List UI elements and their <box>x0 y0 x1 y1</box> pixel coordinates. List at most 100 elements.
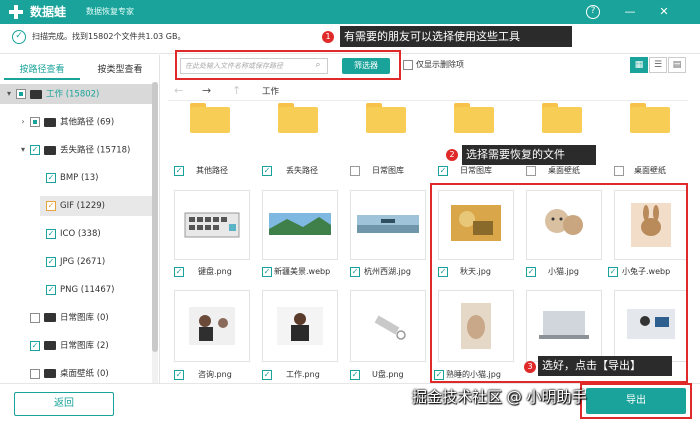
tree-checkbox[interactable]: ✓ <box>30 145 40 155</box>
thumbnail-westlake[interactable] <box>350 190 426 260</box>
thumbnail-xinjiang[interactable] <box>262 190 338 260</box>
back-arrow-icon[interactable]: ← <box>174 84 183 97</box>
file-checkbox[interactable]: ✓ <box>174 267 184 277</box>
app-subtitle: 数据恢复专家 <box>86 7 134 16</box>
divider <box>168 100 688 101</box>
chevron-down-icon[interactable]: ▾ <box>18 140 28 160</box>
folder-icon[interactable] <box>366 103 406 133</box>
up-arrow-icon[interactable]: ↑ <box>232 84 241 97</box>
folder-icon <box>44 117 56 127</box>
tree-checkbox[interactable]: ✓ <box>46 228 56 239</box>
back-button[interactable]: 返回 <box>14 392 114 416</box>
chevron-down-icon[interactable]: ▾ <box>4 84 14 104</box>
tree-label: PNG (11467) <box>60 285 115 295</box>
folder-icon[interactable] <box>278 103 318 133</box>
thumbnail-usb[interactable] <box>350 290 426 362</box>
detail-view-icon[interactable]: ▤ <box>668 57 686 73</box>
step-badge-1: 1 <box>322 31 334 43</box>
tab-by-type[interactable]: 按类型查看 <box>82 60 158 80</box>
folder-icon[interactable] <box>454 103 494 133</box>
file-checkbox[interactable] <box>614 166 624 176</box>
file-checkbox[interactable]: ✓ <box>350 267 360 277</box>
tree-checkbox[interactable]: ✓ <box>46 200 56 211</box>
step-badge-2: 2 <box>446 149 458 161</box>
app-name: 数据蛙 <box>30 5 67 19</box>
tree-checkbox[interactable] <box>30 368 40 379</box>
folder-icon[interactable] <box>190 103 230 133</box>
app-window: 数据蛙 数据恢复专家 ? — ✕ ✓ 扫描完成。找到15802个文件共1.03 … <box>0 0 700 427</box>
tree-checkbox[interactable]: ✓ <box>46 256 56 267</box>
tree-item-daily-gallery-2[interactable]: ✓ 日常图库 (2) <box>30 336 109 356</box>
chevron-right-icon[interactable]: › <box>18 112 28 132</box>
file-checkbox[interactable]: ✓ <box>174 370 184 380</box>
tree-item-bmp[interactable]: ✓ BMP (13) <box>46 168 98 188</box>
folder-icon[interactable] <box>630 103 670 133</box>
callout-tools-text: 有需要的朋友可以选择使用这些工具 <box>344 30 520 43</box>
folder-icon <box>44 313 56 322</box>
file-label: U盘.png <box>372 370 404 379</box>
tree-item-desktop-wallpaper[interactable]: 桌面壁纸 (0) <box>30 364 109 384</box>
tree-label: 丢失路径 (15718) <box>60 145 131 156</box>
tree-item-ico[interactable]: ✓ ICO (338) <box>46 224 101 244</box>
tree-checkbox[interactable] <box>30 312 40 323</box>
step-badge-3: 3 <box>524 361 536 373</box>
tree-item-gif[interactable]: ✓ GIF (1229) <box>40 196 152 216</box>
tree-checkbox[interactable] <box>16 89 26 99</box>
usb-image <box>374 315 406 340</box>
landscape-image <box>269 213 331 235</box>
file-checkbox[interactable] <box>350 166 360 176</box>
file-checkbox[interactable]: ✓ <box>262 166 272 176</box>
file-checkbox[interactable] <box>526 166 536 176</box>
tab-by-path[interactable]: 按路径查看 <box>4 60 80 80</box>
app-logo-icon <box>9 5 23 19</box>
tree-label: 桌面壁纸 (0) <box>60 369 109 379</box>
file-checkbox[interactable]: ✓ <box>262 370 272 380</box>
tree-label: 日常图库 (0) <box>60 313 109 323</box>
tree-label: 工作 (15802) <box>46 89 100 100</box>
close-icon[interactable]: ✕ <box>656 4 672 20</box>
tree-item-daily-gallery[interactable]: 日常图库 (0) <box>30 308 109 328</box>
file-checkbox[interactable]: ✓ <box>438 166 448 176</box>
grid-view-icon[interactable]: ▦ <box>630 57 648 73</box>
tree-label: BMP (13) <box>60 173 99 183</box>
help-icon[interactable]: ? <box>586 5 600 19</box>
callout-export: 选好，点击【导出】 <box>538 356 672 376</box>
list-view-icon[interactable]: ☰ <box>649 57 667 73</box>
tree-item-png[interactable]: ✓ PNG (11467) <box>46 280 114 300</box>
folder-icon <box>44 341 56 350</box>
callout-select-files: 选择需要恢复的文件 <box>462 145 596 165</box>
tree-item-other-path[interactable]: › 其他路径 (69) <box>18 112 114 132</box>
tree-checkbox[interactable]: ✓ <box>46 172 56 183</box>
folder-icon <box>44 369 56 378</box>
folder-icon[interactable] <box>542 103 582 133</box>
minimize-icon[interactable]: — <box>622 4 638 20</box>
thumbnail-keyboard[interactable] <box>174 190 250 260</box>
thumbnail-consulting[interactable] <box>174 290 250 362</box>
tree-item-work[interactable]: ▾ 工作 (15802) <box>0 84 152 104</box>
tree-item-jpg[interactable]: ✓ JPG (2671) <box>46 252 105 272</box>
tree-item-lost-path[interactable]: ▾ ✓ 丢失路径 (15718) <box>18 140 130 160</box>
sidebar <box>0 55 160 383</box>
forward-arrow-icon[interactable]: → <box>202 84 211 97</box>
search-icon[interactable]: ⌕ <box>312 59 324 71</box>
tree-checkbox[interactable]: ✓ <box>46 284 56 295</box>
callout-export-text: 选好，点击【导出】 <box>542 359 641 372</box>
highlight-box-files <box>430 183 688 383</box>
scan-status-text: 扫描完成。找到15802个文件共1.03 GB。 <box>32 32 186 41</box>
file-checkbox[interactable]: ✓ <box>174 166 184 176</box>
file-label: 其他路径 <box>196 166 228 175</box>
file-label: 桌面壁纸 <box>634 166 666 175</box>
thumbnail-work[interactable] <box>262 290 338 362</box>
tree-checkbox[interactable] <box>30 117 40 127</box>
file-label: 键盘.png <box>198 267 232 276</box>
folder-icon <box>44 145 56 155</box>
tree-checkbox[interactable]: ✓ <box>30 340 40 351</box>
sidebar-scrollbar-thumb[interactable] <box>152 82 158 352</box>
file-checkbox[interactable]: ✓ <box>350 370 360 380</box>
filter-button[interactable]: 筛选器 <box>342 58 390 74</box>
file-checkbox[interactable]: ✓ <box>262 267 272 277</box>
only-deleted-checkbox[interactable] <box>403 60 413 70</box>
work-image <box>277 307 323 345</box>
search-input[interactable]: 在此处输入文件名称或保存路径 <box>180 58 328 74</box>
tree-label: JPG (2671) <box>60 257 106 267</box>
